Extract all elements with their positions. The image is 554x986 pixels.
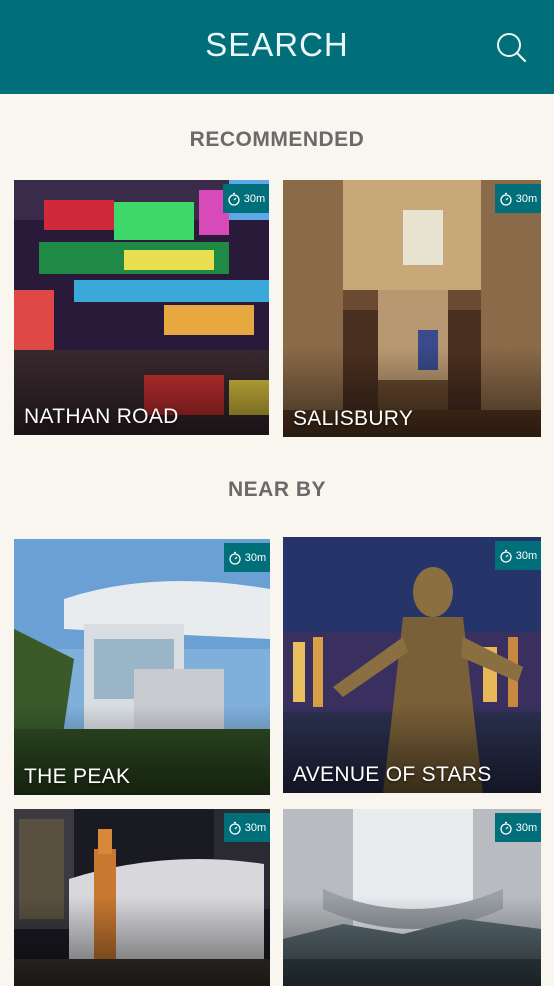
duration-text: 30m (515, 192, 538, 205)
card-clock-tower[interactable]: 30m (14, 809, 270, 986)
duration-badge: 30m (224, 813, 270, 842)
timer-icon (229, 551, 241, 565)
card-nathan-road[interactable]: NATHAN ROAD 30m (14, 180, 269, 435)
card-shade (14, 896, 270, 986)
timer-icon (500, 549, 512, 563)
card-label: SALISBURY (293, 407, 414, 430)
duration-text: 30m (515, 821, 538, 834)
search-button[interactable] (494, 30, 528, 64)
duration-badge: 30m (495, 813, 541, 842)
duration-text: 30m (515, 549, 538, 562)
page-title: SEARCH (205, 26, 349, 63)
duration-badge: 30m (495, 184, 541, 213)
duration-badge: 30m (224, 543, 270, 572)
card-avenue-of-stars[interactable]: AVENUE OF STARS 30m (283, 537, 541, 793)
duration-text: 30m (244, 821, 267, 834)
timer-icon (229, 821, 241, 835)
duration-text: 30m (243, 192, 266, 205)
duration-badge: 30m (223, 184, 269, 213)
duration-badge: 30m (495, 541, 541, 570)
card-peak-view[interactable]: 30m (283, 809, 541, 986)
card-the-peak[interactable]: THE PEAK 30m (14, 539, 270, 795)
timer-icon (228, 192, 240, 206)
timer-icon (500, 821, 512, 835)
section-title-nearby: NEAR BY (227, 478, 326, 501)
section-title-recommended: RECOMMENDED (189, 128, 365, 151)
timer-icon (500, 192, 512, 206)
card-label: AVENUE OF STARS (293, 763, 492, 786)
app-header: SEARCH (0, 0, 554, 94)
card-label: NATHAN ROAD (24, 405, 179, 428)
card-shade (283, 896, 541, 986)
search-icon (497, 33, 527, 63)
card-salisbury[interactable]: SALISBURY 30m (283, 180, 541, 437)
card-label: THE PEAK (24, 765, 131, 788)
duration-text: 30m (244, 551, 267, 564)
